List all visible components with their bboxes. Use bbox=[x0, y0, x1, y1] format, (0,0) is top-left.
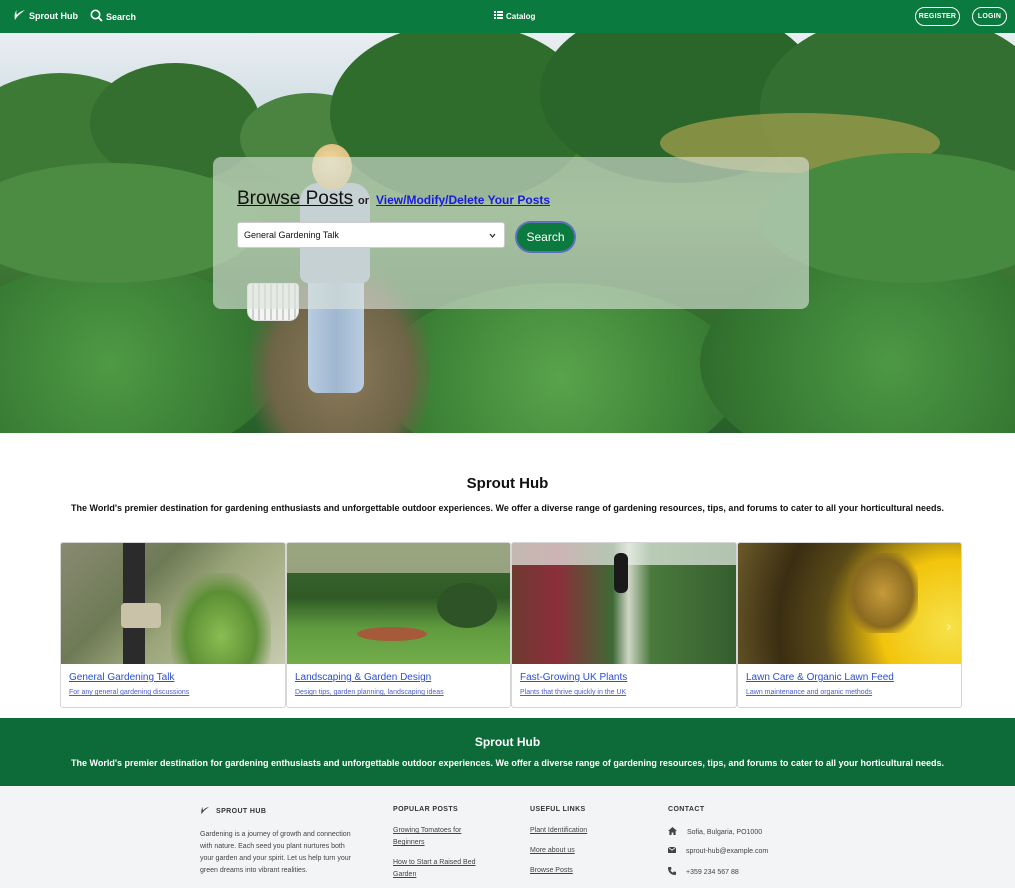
browse-panel: Browse Posts or View/Modify/Delete Your … bbox=[213, 157, 809, 309]
envelope-icon bbox=[667, 846, 677, 855]
contact-address: Sofia, Bulgaria, PO1000 bbox=[668, 827, 762, 837]
card-title[interactable]: General Gardening Talk bbox=[69, 672, 174, 683]
chevron-down-icon bbox=[488, 231, 497, 240]
band-title: Sprout Hub bbox=[474, 735, 541, 749]
footer-useful-link[interactable]: More about us bbox=[530, 845, 587, 857]
footer-useful-heading: USEFUL LINKS bbox=[530, 806, 586, 813]
footer-useful-link[interactable]: Plant Identification bbox=[530, 825, 587, 837]
card-image: › bbox=[738, 543, 961, 664]
footer-about: SPROUT HUB Gardening is a journey of gro… bbox=[200, 806, 356, 877]
site-footer: SPROUT HUB Gardening is a journey of gro… bbox=[0, 786, 1015, 888]
footer-contact: CONTACT bbox=[668, 806, 705, 813]
card-image bbox=[287, 543, 510, 664]
contact-phone-text: +359 234 567 88 bbox=[686, 868, 739, 876]
category-select[interactable]: General Gardening Talk bbox=[237, 222, 505, 248]
brand-link[interactable]: Sprout Hub bbox=[13, 9, 78, 23]
card-description[interactable]: Lawn maintenance and organic methods bbox=[746, 689, 872, 696]
footer-popular-link[interactable]: How to Start a Raised Bed Garden bbox=[393, 857, 483, 881]
contact-phone: +359 234 567 88 bbox=[668, 867, 739, 877]
sprout-icon bbox=[200, 806, 210, 817]
nav-search-label: Search bbox=[106, 11, 137, 22]
category-card[interactable]: General Gardening Talk For any general g… bbox=[60, 542, 286, 708]
nav-catalog-label: Catalog bbox=[506, 11, 536, 21]
chevron-right-icon[interactable]: › bbox=[946, 618, 951, 634]
card-description[interactable]: Design tips, garden planning, landscapin… bbox=[295, 689, 444, 696]
category-select-value: General Gardening Talk bbox=[244, 230, 339, 240]
card-title[interactable]: Landscaping & Garden Design bbox=[295, 672, 431, 683]
footer-popular-heading: POPULAR POSTS bbox=[393, 806, 459, 813]
category-card[interactable]: › Lawn Care & Organic Lawn Feed Lawn mai… bbox=[737, 542, 962, 708]
sprout-icon bbox=[13, 9, 26, 23]
nav-catalog-link[interactable]: Catalog bbox=[494, 11, 535, 21]
footer-about-text: Gardening is a journey of growth and con… bbox=[200, 831, 351, 874]
card-image bbox=[512, 543, 736, 664]
category-card[interactable]: Fast-Growing UK Plants Plants that thriv… bbox=[511, 542, 737, 708]
footer-useful-link[interactable]: Browse Posts bbox=[530, 865, 587, 877]
home-icon bbox=[668, 827, 677, 837]
contact-email-text: sprout-hub@example.com bbox=[686, 847, 769, 855]
manage-posts-link[interactable]: View/Modify/Delete Your Posts bbox=[376, 193, 550, 207]
hero-banner: Browse Posts or View/Modify/Delete Your … bbox=[0, 33, 1015, 433]
login-button[interactable]: LOGIN bbox=[972, 7, 1007, 26]
footer-contact-heading: CONTACT bbox=[668, 806, 705, 813]
card-image bbox=[61, 543, 285, 664]
footer-useful: USEFUL LINKS Plant Identification More a… bbox=[530, 806, 587, 877]
about-band: Sprout Hub The World's premier destinati… bbox=[0, 718, 1015, 786]
contact-email: sprout-hub@example.com bbox=[667, 846, 769, 855]
footer-popular-link[interactable]: Growing Tomatoes for Beginners bbox=[393, 825, 483, 849]
phone-icon bbox=[668, 867, 676, 877]
register-button[interactable]: REGISTER bbox=[915, 7, 960, 26]
nav-search-link[interactable]: Search bbox=[90, 9, 136, 24]
card-title[interactable]: Fast-Growing UK Plants bbox=[520, 672, 627, 683]
intro-text: The World's premier destination for gard… bbox=[71, 503, 944, 513]
category-card[interactable]: Landscaping & Garden Design Design tips,… bbox=[286, 542, 511, 708]
top-navbar: Sprout Hub Search Catalog REGISTER LOGIN bbox=[0, 0, 1015, 33]
card-title[interactable]: Lawn Care & Organic Lawn Feed bbox=[746, 672, 894, 683]
search-icon bbox=[90, 9, 103, 24]
footer-popular: POPULAR POSTS Growing Tomatoes for Begin… bbox=[393, 806, 483, 881]
card-description[interactable]: Plants that thrive quickly in the UK bbox=[520, 689, 626, 696]
brand-label: Sprout Hub bbox=[29, 11, 78, 21]
list-icon bbox=[494, 11, 503, 21]
intro-title: Sprout Hub bbox=[466, 475, 549, 492]
or-label: or bbox=[358, 195, 369, 207]
card-description[interactable]: For any general gardening discussions bbox=[69, 689, 189, 696]
browse-posts-link[interactable]: Browse Posts bbox=[237, 188, 353, 210]
search-button[interactable]: Search bbox=[517, 223, 574, 251]
contact-address-text: Sofia, Bulgaria, PO1000 bbox=[687, 828, 763, 836]
band-text: The World's premier destination for gard… bbox=[71, 758, 944, 768]
footer-about-heading: SPROUT HUB bbox=[216, 808, 267, 815]
